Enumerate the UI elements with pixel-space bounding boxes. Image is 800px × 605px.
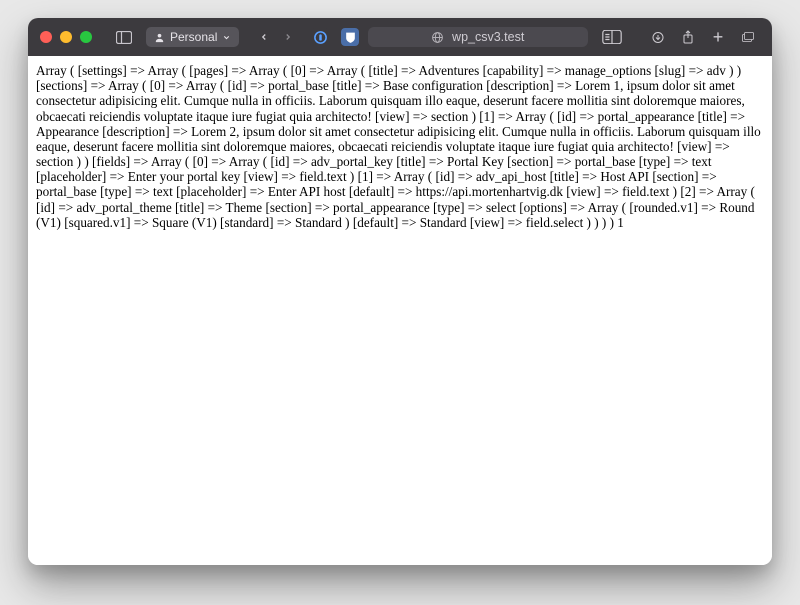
address-host: wp_csv3.test bbox=[452, 30, 524, 44]
php-array-dump: Array ( [settings] => Array ( [pages] =>… bbox=[36, 63, 761, 230]
close-button[interactable] bbox=[40, 31, 52, 43]
minimize-button[interactable] bbox=[60, 31, 72, 43]
back-button[interactable] bbox=[253, 26, 275, 48]
nav-group bbox=[253, 26, 299, 48]
forward-button[interactable] bbox=[277, 26, 299, 48]
extension-onepassword-icon[interactable] bbox=[311, 28, 329, 46]
titlebar: Personal bbox=[28, 18, 772, 56]
share-button[interactable] bbox=[676, 25, 700, 49]
chevron-down-icon bbox=[222, 33, 231, 42]
maximize-button[interactable] bbox=[80, 31, 92, 43]
globe-icon bbox=[431, 31, 444, 44]
address-wrapper: wp_csv3.test bbox=[367, 27, 588, 47]
reader-button[interactable] bbox=[596, 27, 628, 47]
new-tab-button[interactable]: + bbox=[706, 25, 730, 49]
address-bar[interactable]: wp_csv3.test bbox=[368, 27, 588, 47]
browser-window: Personal bbox=[28, 18, 772, 565]
person-icon bbox=[154, 32, 165, 43]
tabs-overview-button[interactable] bbox=[736, 25, 760, 49]
profile-chip[interactable]: Personal bbox=[146, 27, 239, 47]
sidebar-toggle-button[interactable] bbox=[110, 28, 138, 47]
window-controls bbox=[40, 31, 92, 43]
profile-label: Personal bbox=[170, 30, 217, 44]
extension-bitwarden-icon[interactable] bbox=[341, 28, 359, 46]
right-tools: + bbox=[646, 25, 760, 49]
page-content: Array ( [settings] => Array ( [pages] =>… bbox=[28, 56, 772, 565]
downloads-button[interactable] bbox=[646, 25, 670, 49]
